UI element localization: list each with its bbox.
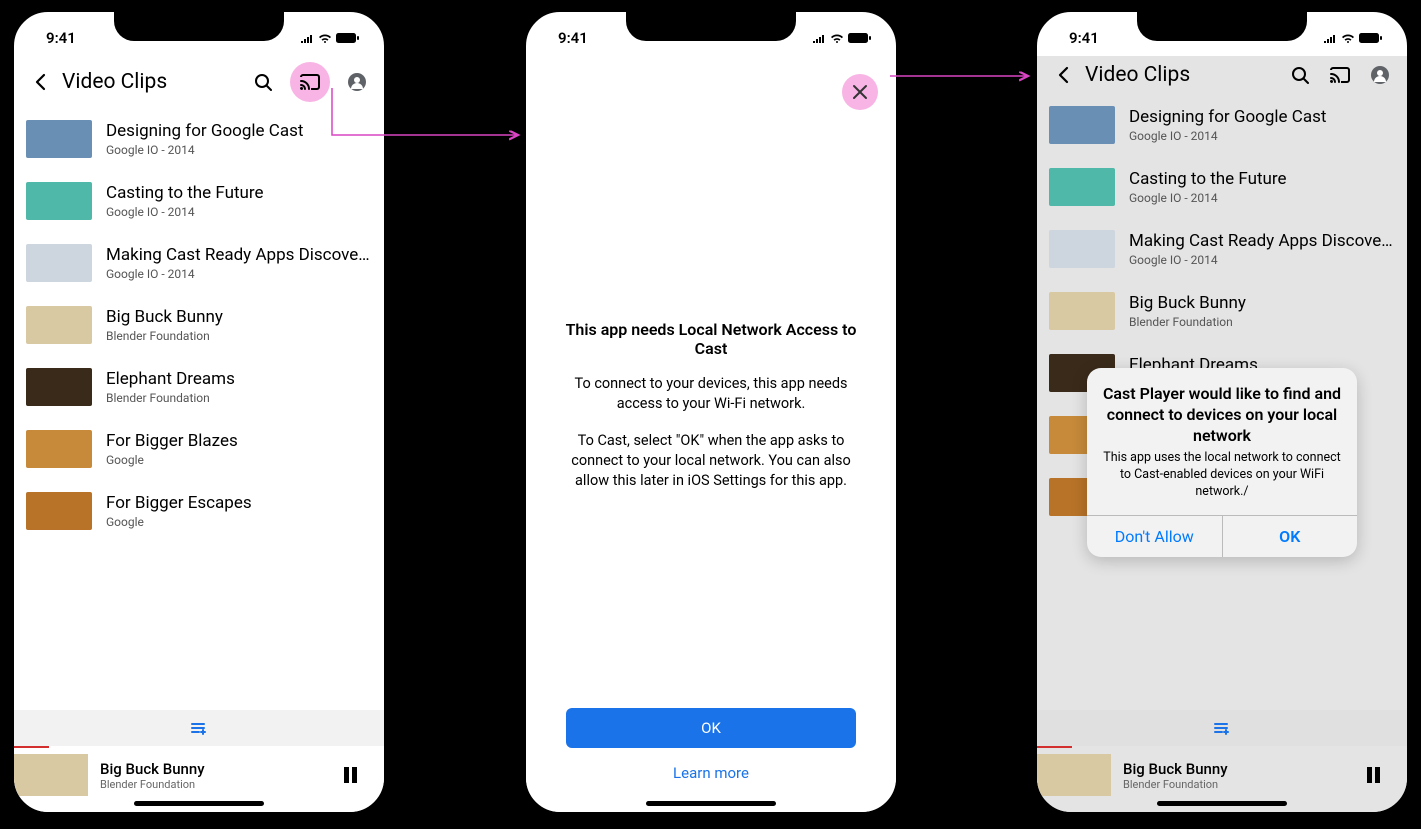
flow-arrow-2 bbox=[0, 0, 1421, 829]
